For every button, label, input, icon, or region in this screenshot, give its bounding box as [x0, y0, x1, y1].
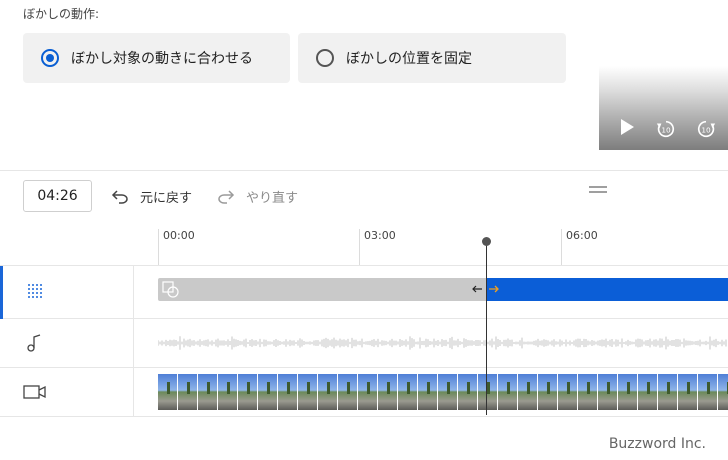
- blur-dots-icon: [28, 284, 42, 298]
- svg-text:10: 10: [701, 126, 711, 135]
- frame-tree: [467, 382, 470, 394]
- divider: [0, 170, 728, 171]
- skip-forward-10-icon: 10: [697, 120, 716, 138]
- selected-track-indicator: [0, 266, 3, 319]
- skip-back-button[interactable]: 10: [655, 118, 677, 143]
- video-frame-thumbnail: [718, 374, 728, 410]
- play-button[interactable]: [619, 118, 635, 139]
- frame-tree: [667, 382, 670, 394]
- blur-clip-inactive[interactable]: [158, 278, 486, 301]
- frame-tree: [547, 382, 550, 394]
- track-header-audio[interactable]: [22, 330, 48, 356]
- track-header-video[interactable]: [22, 379, 48, 405]
- skip-back-10-icon: 10: [656, 120, 675, 138]
- arrow-right-icon: [489, 285, 499, 293]
- undo-label: 元に戻す: [140, 190, 193, 206]
- frame-tree: [187, 382, 190, 394]
- filmstrip-frames: [158, 374, 728, 410]
- radio-fixed-position-label: ぼかしの位置を固定: [346, 51, 472, 67]
- svg-text:10: 10: [661, 126, 671, 135]
- frame-tree: [227, 382, 230, 394]
- undo-button[interactable]: 元に戻す: [110, 185, 192, 207]
- frame-tree: [267, 382, 270, 394]
- redo-label: やり直す: [246, 190, 299, 206]
- brand-watermark: Buzzword Inc.: [608, 436, 706, 452]
- blur-behavior-label: ぼかしの動作:: [23, 7, 100, 21]
- frame-tree: [527, 382, 530, 394]
- frame-tree: [587, 382, 590, 394]
- frame-tree: [307, 382, 310, 394]
- track-divider: [0, 265, 728, 266]
- radio-fixed-position[interactable]: ぼかしの位置を固定: [298, 33, 566, 83]
- resize-grip-icon[interactable]: [589, 186, 607, 194]
- frame-tree: [407, 382, 410, 394]
- redo-icon: [218, 190, 235, 204]
- blur-shape-icon: [162, 281, 179, 298]
- ruler-tick-label: 03:00: [364, 229, 396, 242]
- ruler-tick: [561, 229, 562, 265]
- current-time-field[interactable]: 04:26: [23, 180, 92, 212]
- radio-follow-object[interactable]: ぼかし対象の動きに合わせる: [23, 33, 290, 83]
- frame-tree: [627, 382, 630, 394]
- frame-tree: [247, 382, 250, 394]
- frame-tree: [707, 382, 710, 394]
- frame-tree: [647, 382, 650, 394]
- track-divider: [0, 318, 728, 319]
- redo-button[interactable]: やり直す: [216, 185, 298, 207]
- music-note-icon: [27, 334, 41, 352]
- audio-waveform[interactable]: [158, 330, 728, 356]
- frame-tree: [567, 382, 570, 394]
- skip-forward-button[interactable]: 10: [695, 118, 717, 143]
- radio-unselected-icon: [316, 49, 334, 67]
- frame-tree: [207, 382, 210, 394]
- frame-tree: [607, 382, 610, 394]
- track-header-blur[interactable]: [22, 278, 48, 304]
- ruler-tick: [359, 229, 360, 265]
- frame-tree: [507, 382, 510, 394]
- playhead[interactable]: [486, 241, 487, 415]
- ruler-tick: [158, 229, 159, 265]
- radio-follow-object-label: ぼかし対象の動きに合わせる: [71, 51, 253, 67]
- frame-tree: [347, 382, 350, 394]
- track-divider: [0, 416, 728, 417]
- video-filmstrip[interactable]: [158, 374, 728, 410]
- playhead-handle[interactable]: [482, 237, 491, 246]
- track-header-divider: [133, 266, 134, 416]
- track-divider: [0, 367, 728, 368]
- frame-tree: [327, 382, 330, 394]
- frame-tree: [687, 382, 690, 394]
- play-icon: [621, 119, 634, 135]
- radio-selected-icon: [41, 49, 59, 67]
- frame-tree: [167, 382, 170, 394]
- video-camera-icon: [23, 385, 46, 399]
- ruler-tick-label: 00:00: [163, 229, 195, 242]
- frame-tree: [427, 382, 430, 394]
- frame-tree: [447, 382, 450, 394]
- blur-clip-active[interactable]: [486, 278, 728, 301]
- arrow-left-icon: [472, 285, 482, 293]
- frame-tree: [487, 382, 490, 394]
- frame-tree: [287, 382, 290, 394]
- frame-tree: [387, 382, 390, 394]
- undo-icon: [111, 190, 128, 204]
- video-preview: 10 10: [599, 0, 728, 150]
- frame-tree: [367, 382, 370, 394]
- ruler-tick-label: 06:00: [566, 229, 598, 242]
